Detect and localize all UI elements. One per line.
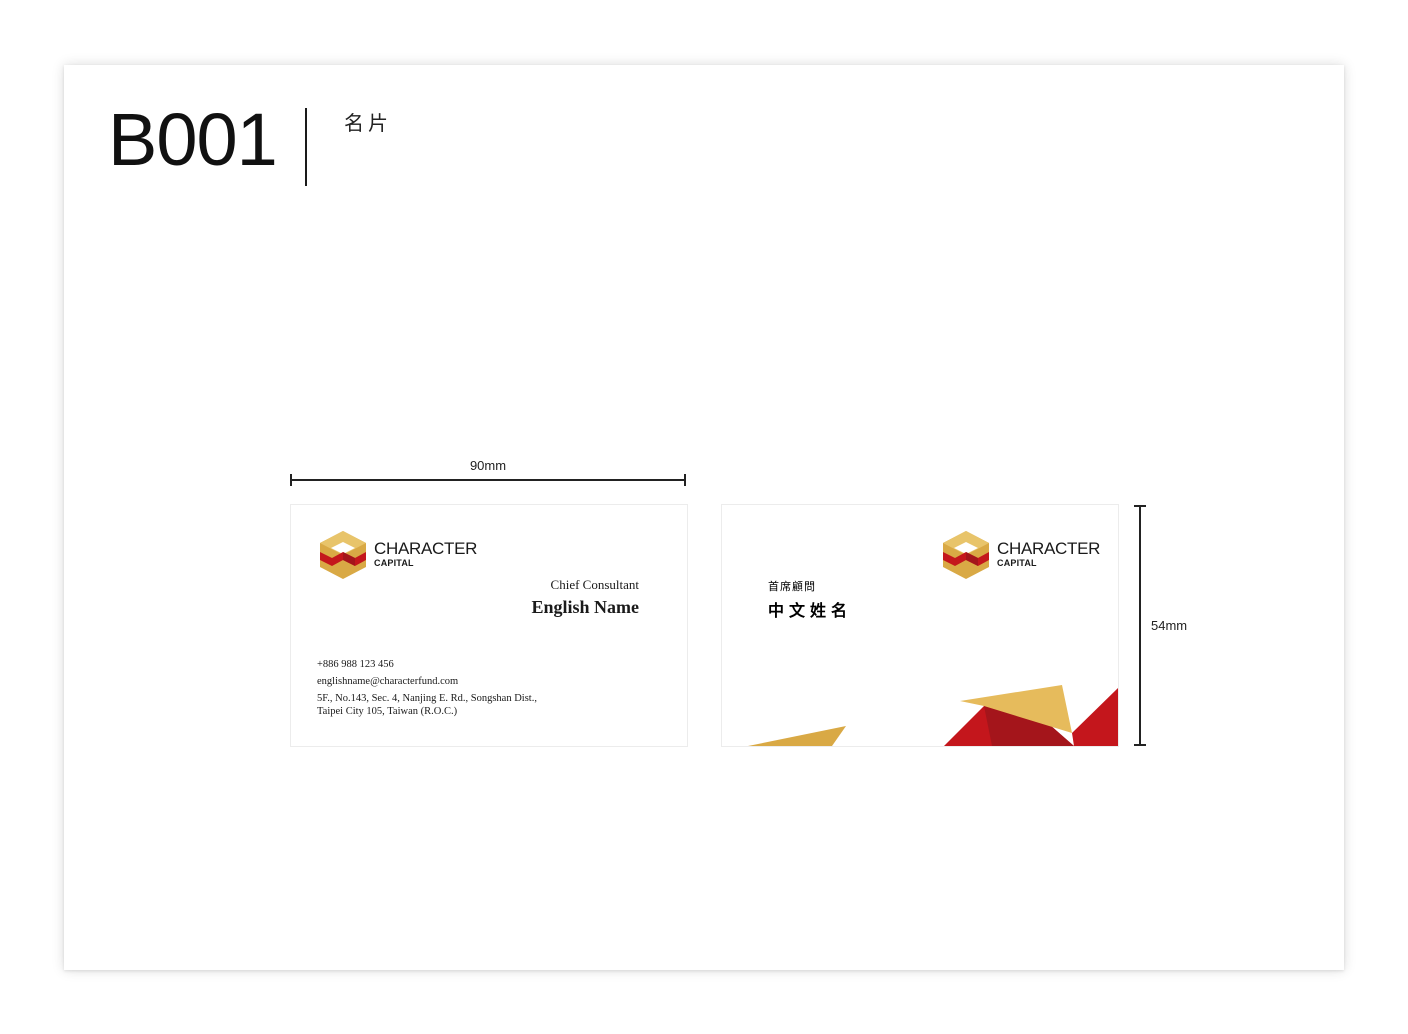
width-dimension-label: 90mm [469, 458, 507, 473]
header-divider [305, 108, 307, 186]
spec-code: B001 [108, 98, 278, 181]
spec-sheet: B001 名片 90mm CHARACTER CAPITAL Chief Con… [64, 65, 1344, 970]
company-logo: CHARACTER CAPITAL [940, 530, 1100, 582]
spec-subtitle: 名片 [344, 111, 392, 135]
phone-number: +886 988 123 456 [317, 659, 394, 670]
business-card-front: CHARACTER CAPITAL Chief Consultant Engli… [290, 504, 688, 747]
person-name: English Name [531, 597, 639, 617]
height-dimension-line [1134, 505, 1146, 746]
logo-sub-text: CAPITAL [374, 558, 414, 568]
business-card-back: CHARACTER CAPITAL 首席顧問 中文姓名 [721, 504, 1119, 747]
address-line-2: Taipei City 105, Taiwan (R.O.C.) [317, 706, 458, 717]
logo-brand-text: CHARACTER [374, 539, 478, 558]
width-dimension-line [290, 474, 686, 486]
person-name-chinese: 中文姓名 [768, 601, 853, 620]
job-title-chinese: 首席顧問 [768, 580, 816, 593]
address-line-1: 5F., No.143, Sec. 4, Nanjing E. Rd., Son… [317, 693, 537, 704]
company-logo: CHARACTER CAPITAL [317, 530, 477, 582]
hexagon-logo-icon [320, 531, 366, 579]
logo-brand-text: CHARACTER [997, 539, 1101, 558]
email-address: englishname@characterfund.com [317, 676, 459, 687]
logo-sub-text: CAPITAL [997, 558, 1037, 568]
hexagon-logo-icon [943, 531, 989, 579]
job-title: Chief Consultant [550, 577, 639, 592]
height-dimension-label: 54mm [1151, 618, 1188, 633]
